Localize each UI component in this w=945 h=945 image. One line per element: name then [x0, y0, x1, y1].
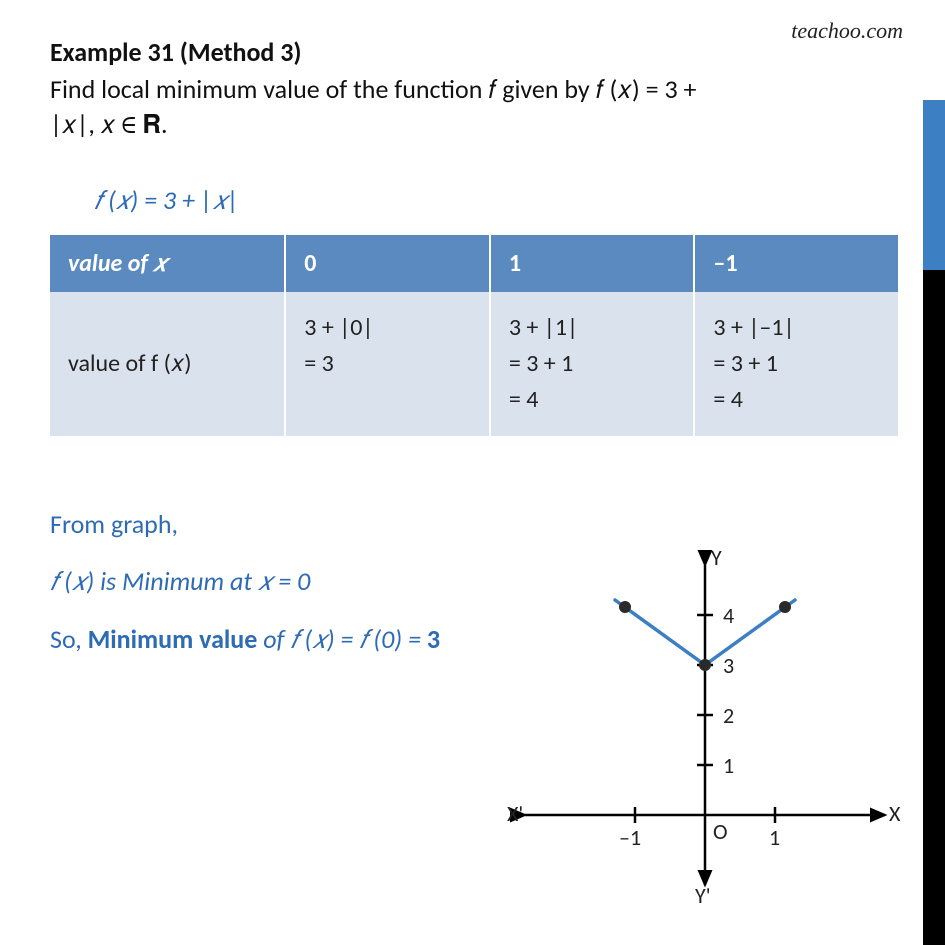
x-tick-label: –1 [619, 824, 641, 851]
y-tick-label: 2 [723, 702, 734, 729]
vertex-point [699, 659, 711, 671]
function-equation: 𝑓 (𝑥) = 3 + |𝑥| [94, 184, 895, 217]
text-bold: 3 [427, 623, 440, 655]
cell-line: 3 + |1| [509, 313, 578, 342]
cell-line: = 4 [713, 385, 743, 414]
header-1: 1 [490, 235, 695, 292]
text: of 𝑓 (𝑥) = 𝑓 (0) = [257, 623, 427, 655]
left-point [619, 601, 631, 613]
header-x-label: value of 𝑥 [68, 249, 167, 278]
y-tick-label: 3 [723, 652, 734, 679]
value-table: value of 𝑥 0 1 –1 value of f (𝑥) 3 + |0|… [50, 235, 900, 436]
example-title: Example 31 (Method 3) [50, 36, 895, 68]
header-x: value of 𝑥 [50, 235, 285, 292]
table-header-row: value of 𝑥 0 1 –1 [50, 235, 899, 292]
question-line-2: |𝑥|, 𝑥 ∈ 𝐑. [50, 108, 168, 140]
x-tick-label: 1 [769, 824, 780, 851]
question-text: Find local minimum value of the function… [50, 72, 895, 142]
side-accent-blue [923, 100, 945, 270]
origin-label: O [713, 818, 728, 845]
cell-line: 3 + |–1| [713, 313, 794, 342]
row-label: value of f (𝑥) [50, 292, 285, 436]
cell-xneg1: 3 + |–1| = 3 + 1 = 4 [694, 292, 899, 436]
y-tick-label: 1 [723, 752, 734, 779]
graph-svg: 4 3 2 1 –1 1 O X X' Y Y' [505, 545, 905, 905]
cell-line: = 3 + 1 [509, 349, 574, 378]
table-row: value of f (𝑥) 3 + |0| = 3 3 + |1| = 3 +… [50, 292, 899, 436]
header-0: 0 [285, 235, 490, 292]
cell-line: = 3 [304, 349, 334, 378]
text-bold: Minimum value [88, 623, 258, 655]
y-tick-label: 4 [723, 602, 734, 629]
side-accent-black [923, 270, 945, 945]
watermark: teachoo.com [791, 18, 903, 44]
axis-y-label: Y [711, 545, 722, 571]
axis-yprime-label: Y' [695, 882, 711, 905]
axis-x-label: X [889, 800, 901, 827]
text: So, [50, 623, 88, 655]
graph-container: 4 3 2 1 –1 1 O X X' Y Y' [505, 545, 905, 905]
right-point [779, 601, 791, 613]
header-neg1: –1 [694, 235, 899, 292]
cell-x1: 3 + |1| = 3 + 1 = 4 [490, 292, 695, 436]
cell-line: = 4 [509, 385, 539, 414]
cell-line: 3 + |0| [304, 313, 373, 342]
axis-xprime-label: X' [507, 800, 523, 827]
cell-x0: 3 + |0| = 3 [285, 292, 490, 436]
cell-line: = 3 + 1 [713, 349, 778, 378]
question-line-1: Find local minimum value of the function… [50, 73, 697, 105]
